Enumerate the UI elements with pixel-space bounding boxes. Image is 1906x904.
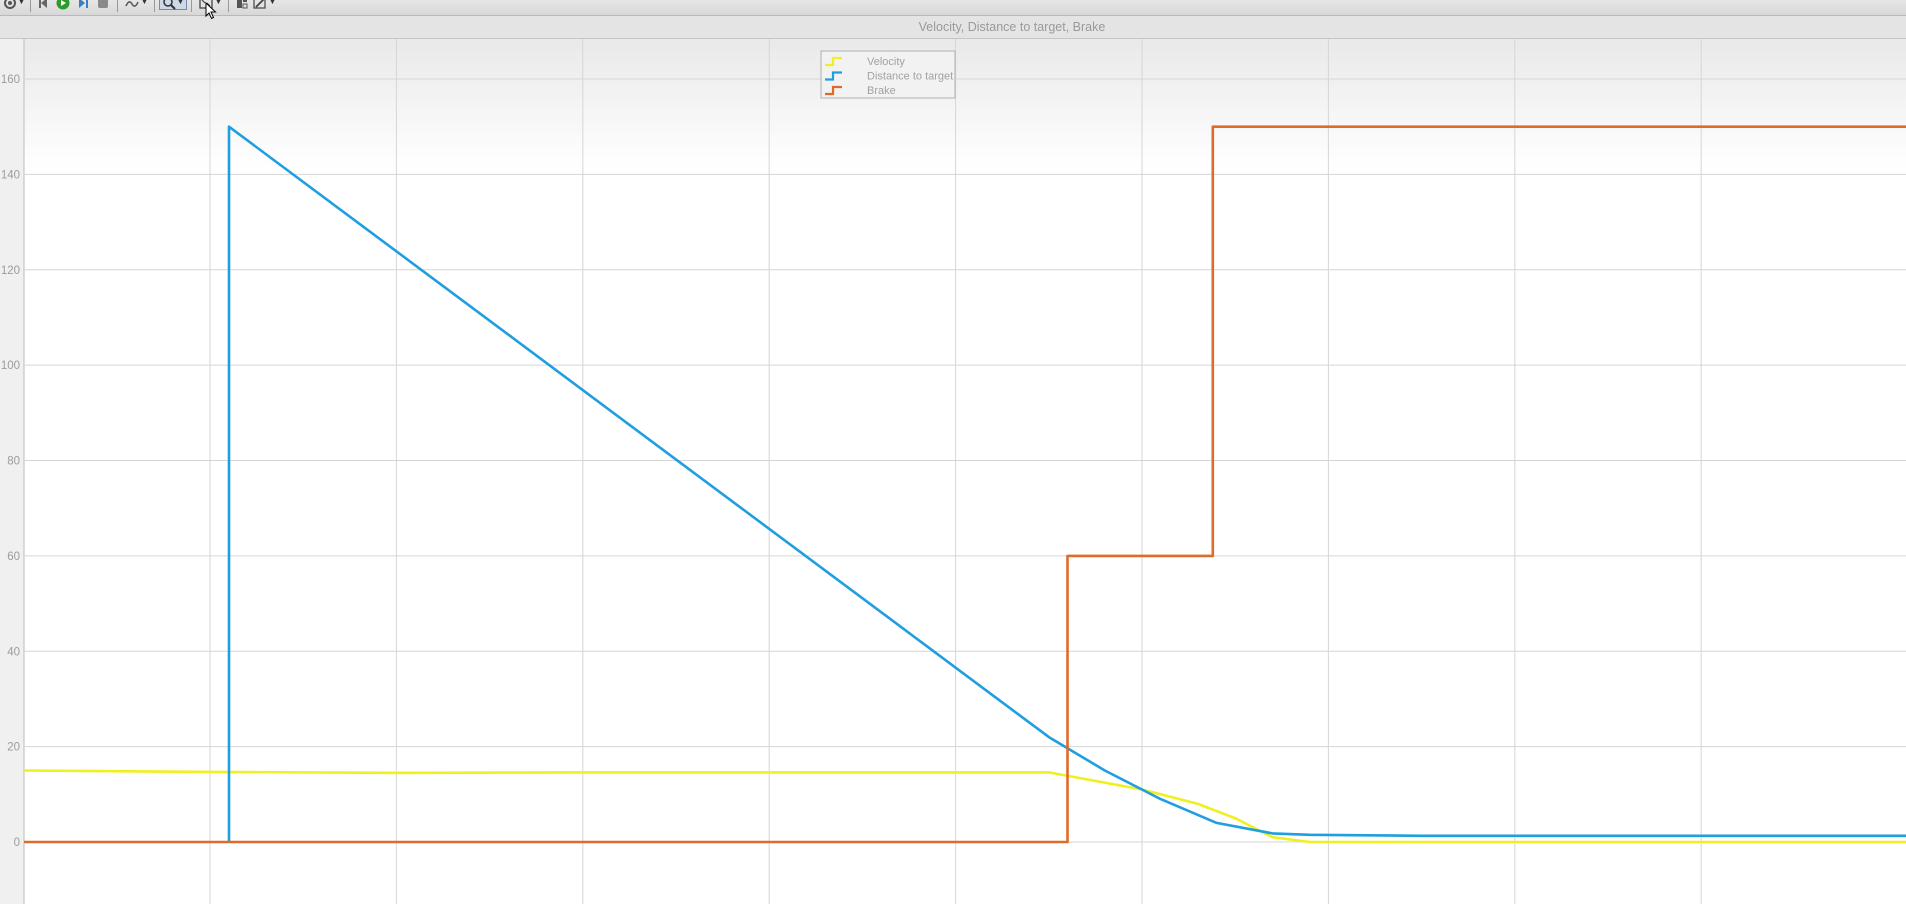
plot-area[interactable]: 0 20 40 60 80 100 120 140 160 Velocity Distance t… <box>0 0 1906 904</box>
legend-entry-label: Brake <box>867 85 896 97</box>
legend[interactable]: Velocity Distance to target Brake <box>820 50 956 99</box>
y-tick-label: 40 <box>7 646 20 658</box>
y-tick-label: 20 <box>7 742 20 754</box>
scope-window: ▼ ▼ ▼ ▼ ▼ Velocity, Distance to target, … <box>0 0 1906 904</box>
y-tick-label: 0 <box>14 837 20 849</box>
y-tick-label: 60 <box>7 551 20 563</box>
mouse-cursor-icon <box>205 2 217 20</box>
axes-background <box>24 39 1906 904</box>
y-tick-label: 80 <box>7 456 20 468</box>
legend-entry-label: Velocity <box>867 56 905 68</box>
y-tick-label: 160 <box>1 74 20 86</box>
y-axis-ticks: 0 20 40 60 80 100 120 140 160 <box>1 74 20 849</box>
y-tick-label: 100 <box>1 360 20 372</box>
legend-entry-label: Distance to target <box>867 71 953 83</box>
y-tick-label: 120 <box>1 265 20 277</box>
y-tick-label: 140 <box>1 169 20 181</box>
